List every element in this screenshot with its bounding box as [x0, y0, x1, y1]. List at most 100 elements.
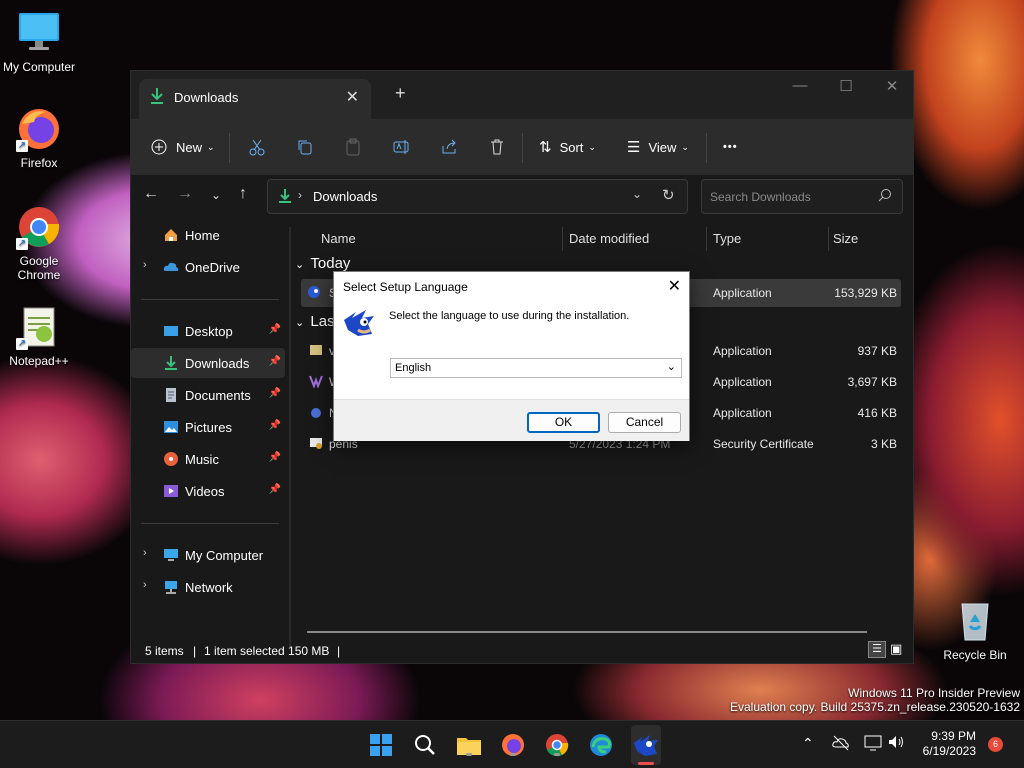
running-indicator	[466, 753, 472, 756]
sidebar-item-label: Pictures	[185, 419, 232, 435]
sort-button[interactable]: ⇅ Sort ⌄	[539, 119, 596, 175]
delete-button[interactable]	[488, 119, 506, 175]
column-header-size[interactable]: Size	[833, 227, 858, 251]
taskbar: ⌃ 9:39 PM 6/19/2023 6	[0, 720, 1024, 768]
desktop-icon-google-chrome[interactable]: ↗ Google Chrome	[0, 204, 78, 282]
recent-locations-button[interactable]: ⌄	[211, 188, 221, 202]
column-header-date-modified[interactable]: Date modified	[569, 227, 649, 251]
new-tab-button[interactable]: +	[395, 83, 406, 104]
pin-icon: 📌	[268, 356, 281, 367]
chevron-down-icon: ⌄	[681, 141, 689, 152]
more-options-button[interactable]: •••	[723, 119, 738, 175]
minimize-button[interactable]: —	[777, 77, 823, 94]
desktop-icon-recycle-bin[interactable]: Recycle Bin	[936, 598, 1014, 662]
pictures-icon	[163, 419, 179, 435]
dialog-footer: OK Cancel	[334, 399, 689, 441]
search-button[interactable]	[411, 731, 439, 759]
share-button[interactable]	[440, 119, 458, 175]
dialog-close-icon[interactable]: ✕	[668, 276, 681, 296]
tiles-view-icon[interactable]: ▣	[890, 641, 902, 657]
search-input[interactable]: Search Downloads	[701, 179, 903, 214]
sidebar-item-label: Home	[185, 227, 220, 243]
file-type: Application	[713, 286, 772, 300]
forward-button[interactable]: →	[177, 185, 193, 203]
tab-label: Downloads	[174, 90, 239, 105]
setup-language-dialog: Select Setup Language ✕ Select the langu…	[333, 271, 690, 441]
start-button[interactable]	[367, 731, 395, 759]
desktop-icon-my-computer[interactable]: My Computer	[0, 10, 78, 74]
sidebar-item-onedrive[interactable]: › OneDrive	[131, 252, 285, 282]
sidebar-item-music[interactable]: Music 📌	[131, 444, 285, 474]
horizontal-scrollbar[interactable]	[307, 631, 867, 633]
group-header-today[interactable]: ⌄ Today	[295, 255, 350, 272]
column-divider[interactable]	[706, 227, 707, 251]
tab-downloads[interactable]: Downloads ✕	[139, 79, 371, 119]
pin-icon: 📌	[268, 452, 281, 463]
onedrive-offline-icon[interactable]	[832, 735, 850, 754]
desktop-icon-notepad-plus-plus[interactable]: ↗ Notepad++	[0, 304, 78, 368]
clock-date: 6/19/2023	[922, 744, 976, 758]
address-history-icon[interactable]: ⌄	[632, 187, 642, 201]
taskbar-sonic-setup[interactable]	[631, 725, 661, 765]
firefox-icon: ↗	[16, 106, 62, 152]
sidebar-item-label: Videos	[185, 483, 225, 499]
sidebar-item-network[interactable]: › Network	[131, 572, 285, 602]
ok-button[interactable]: OK	[527, 412, 600, 433]
search-icon	[415, 735, 435, 755]
cancel-button[interactable]: Cancel	[608, 412, 681, 433]
expand-chevron-icon[interactable]: ›	[143, 547, 147, 559]
running-indicator	[554, 753, 560, 756]
volume-icon[interactable]	[887, 734, 905, 753]
details-view-icon[interactable]: ☰	[868, 641, 886, 658]
copy-button[interactable]	[296, 119, 314, 175]
clock[interactable]: 9:39 PM 6/19/2023	[918, 729, 976, 759]
view-button[interactable]: ☰ View ⌄	[627, 119, 689, 175]
sidebar-item-documents[interactable]: Documents 📌	[131, 380, 285, 410]
show-hidden-icons-button[interactable]: ⌃	[802, 735, 814, 752]
column-header-type[interactable]: Type	[713, 227, 741, 251]
toolbar-divider	[522, 133, 523, 163]
expand-chevron-icon[interactable]: ›	[143, 579, 147, 591]
taskbar-file-explorer[interactable]	[455, 731, 483, 759]
file-size: 3 KB	[870, 437, 897, 451]
column-divider[interactable]	[562, 227, 563, 251]
sidebar-item-downloads[interactable]: Downloads 📌	[131, 348, 285, 378]
sidebar-item-videos[interactable]: Videos 📌	[131, 476, 285, 506]
maximize-button[interactable]: ☐	[823, 77, 869, 95]
evaluation-watermark: Windows 11 Pro Insider Preview Evaluatio…	[730, 686, 1020, 714]
column-header-name[interactable]: Name	[321, 227, 356, 251]
shortcut-arrow-icon: ↗	[16, 338, 28, 350]
sidebar-item-pictures[interactable]: Pictures 📌	[131, 412, 285, 442]
expand-chevron-icon[interactable]: ›	[143, 259, 147, 271]
sonic-app-icon	[307, 285, 321, 302]
sidebar-item-desktop[interactable]: Desktop 📌	[131, 316, 285, 346]
chevron-down-icon: ⌄	[207, 141, 215, 152]
pane-splitter[interactable]	[289, 227, 291, 647]
back-button[interactable]: ←	[143, 185, 159, 203]
language-select[interactable]: English ⌄	[390, 358, 682, 378]
breadcrumb-downloads[interactable]: Downloads	[313, 189, 377, 204]
taskbar-edge[interactable]	[587, 731, 615, 759]
network-status-icon[interactable]	[864, 735, 882, 754]
close-window-button[interactable]: ✕	[869, 77, 915, 95]
address-bar[interactable]: › Downloads ⌄ ↻	[267, 179, 688, 214]
sidebar-item-label: Downloads	[185, 355, 250, 371]
file-size: 153,929 KB	[834, 286, 897, 300]
sidebar-item-home[interactable]: Home	[131, 220, 285, 250]
rename-button[interactable]	[392, 119, 410, 175]
desktop-icon-firefox[interactable]: ↗ Firefox	[0, 106, 78, 170]
taskbar-firefox[interactable]	[499, 731, 527, 759]
refresh-icon[interactable]: ↻	[662, 186, 675, 204]
notification-badge[interactable]: 6	[988, 737, 1003, 752]
tab-close-icon[interactable]: ✕	[346, 87, 359, 107]
sidebar-item-my-computer[interactable]: › My Computer	[131, 540, 285, 570]
up-button[interactable]: ↑	[239, 185, 247, 203]
selection-info: 1 item selected 150 MB	[204, 644, 330, 658]
watermark-line2: Evaluation copy. Build 25375.zn_release.…	[730, 700, 1020, 714]
new-button[interactable]: New ⌄	[151, 119, 215, 175]
paste-button[interactable]	[344, 119, 362, 175]
cut-button[interactable]	[248, 119, 266, 175]
column-divider[interactable]	[828, 227, 829, 251]
toolbar-divider	[229, 133, 230, 163]
taskbar-chrome[interactable]	[543, 731, 571, 759]
